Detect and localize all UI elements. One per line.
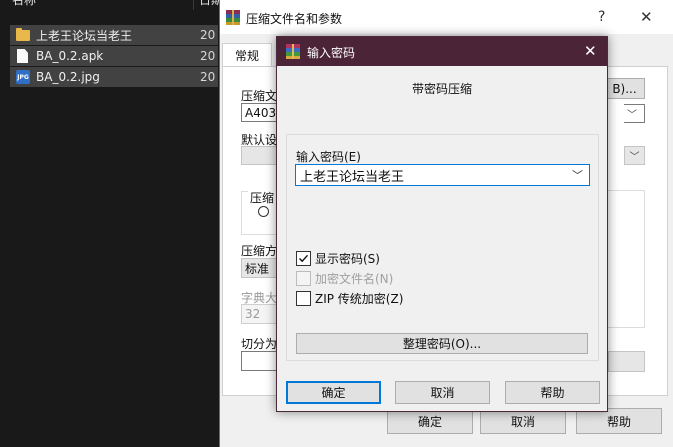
ok-button-label: 确定 — [417, 414, 442, 429]
dictionary-size-value: 32 — [245, 307, 261, 321]
file-name: BA_0.2.jpg — [36, 70, 100, 84]
jpg-icon: JPG — [16, 70, 30, 84]
options-group — [607, 190, 645, 328]
password-dialog-subtitle: 带密码压缩 — [411, 82, 472, 96]
encrypt-filenames-checkbox[interactable] — [296, 271, 311, 286]
archive-name-dropdown[interactable]: ﹀ — [624, 104, 645, 123]
help-button[interactable]: 帮助 — [505, 381, 600, 404]
organize-passwords-button[interactable]: 整理密码(O)... — [296, 333, 588, 354]
help-question-icon[interactable]: ? — [598, 9, 605, 25]
password-value: 上老王论坛当老王 — [300, 169, 405, 185]
zip-legacy-label: ZIP 传统加密(Z) — [315, 292, 404, 306]
cancel-button[interactable]: 取消 — [395, 381, 490, 404]
tab-general[interactable]: 常规 — [222, 43, 272, 67]
dictionary-size-select[interactable]: 32 — [241, 304, 281, 324]
winrar-icon — [226, 10, 240, 25]
archive-name-field[interactable]: A4036 — [241, 103, 284, 122]
zip-legacy-option[interactable]: ZIP 传统加密(Z) — [296, 290, 403, 307]
file-name: BA_0.2.apk — [36, 49, 104, 63]
cancel-button-label: 取消 — [430, 386, 455, 400]
file-row[interactable]: 上老王论坛当老王 20 — [10, 25, 218, 45]
password-dialog-title: 输入密码 — [307, 46, 356, 60]
file-icon — [17, 49, 28, 63]
file-date: 20 — [200, 70, 216, 84]
password-combobox[interactable]: 上老王论坛当老王 ﹀ — [295, 164, 590, 186]
browse-button[interactable]: B)... — [604, 78, 645, 99]
winrar-icon — [286, 44, 300, 59]
archive-dialog-titlebar: 压缩文件名和参数 ? ✕ — [220, 0, 673, 34]
password-dialog-titlebar: 输入密码 ✕ — [277, 37, 607, 66]
compression-method-value: 标准 — [245, 261, 270, 276]
set-password-button[interactable] — [608, 351, 645, 372]
close-icon[interactable]: ✕ — [640, 8, 653, 26]
encrypt-filenames-label: 加密文件名(N) — [315, 272, 394, 286]
organize-passwords-label: 整理密码(O)... — [402, 337, 482, 351]
file-name: 上老王论坛当老王 — [36, 28, 133, 43]
ok-button-label: 确定 — [321, 386, 346, 400]
password-label: 输入密码(E) — [296, 150, 361, 164]
chevron-down-icon: ﹀ — [629, 152, 640, 163]
encrypt-filenames-option[interactable]: 加密文件名(N) — [296, 270, 393, 287]
column-name-header[interactable]: 名称 — [12, 0, 36, 8]
close-icon[interactable]: ✕ — [584, 42, 597, 60]
cancel-button-label: 取消 — [510, 414, 535, 429]
tab-general-label: 常规 — [234, 49, 259, 63]
file-row[interactable]: JPG BA_0.2.jpg 20 — [10, 67, 218, 87]
show-password-checkbox[interactable] — [296, 251, 311, 266]
archive-name-label: 压缩文 — [241, 89, 278, 103]
split-volume-label: 切分为 — [241, 337, 278, 351]
zip-legacy-checkbox[interactable] — [296, 291, 311, 306]
format-group-label: 压缩 — [248, 189, 277, 206]
show-password-option[interactable]: 显示密码(S) — [296, 250, 380, 267]
browse-button-label: B)... — [612, 81, 637, 96]
split-volume-field[interactable] — [241, 351, 281, 371]
chevron-down-icon: ﹀ — [627, 110, 637, 121]
profile-select[interactable] — [241, 146, 281, 165]
compression-method-label: 压缩方 — [241, 244, 278, 258]
password-dialog: 输入密码 ✕ 带密码压缩 输入密码(E) 上老王论坛当老王 ﹀ 显示密码(S) … — [276, 36, 608, 412]
archive-dialog-title: 压缩文件名和参数 — [246, 12, 343, 26]
column-divider — [193, 0, 194, 10]
help-button-label: 帮助 — [540, 386, 565, 400]
ok-button[interactable]: 确定 — [286, 381, 381, 404]
folder-icon — [16, 27, 30, 41]
format-radio[interactable] — [258, 206, 269, 217]
profile-dropdown[interactable]: ﹀ — [624, 146, 645, 165]
chevron-down-icon[interactable]: ﹀ — [572, 167, 583, 183]
compression-method-select[interactable]: 标准 — [241, 258, 281, 278]
file-date: 20 — [200, 49, 216, 63]
help-button-label: 帮助 — [606, 414, 631, 429]
file-row[interactable]: BA_0.2.apk 20 — [10, 46, 218, 66]
file-date: 20 — [200, 28, 216, 42]
show-password-label: 显示密码(S) — [315, 252, 380, 266]
checkmark-icon — [299, 254, 309, 263]
